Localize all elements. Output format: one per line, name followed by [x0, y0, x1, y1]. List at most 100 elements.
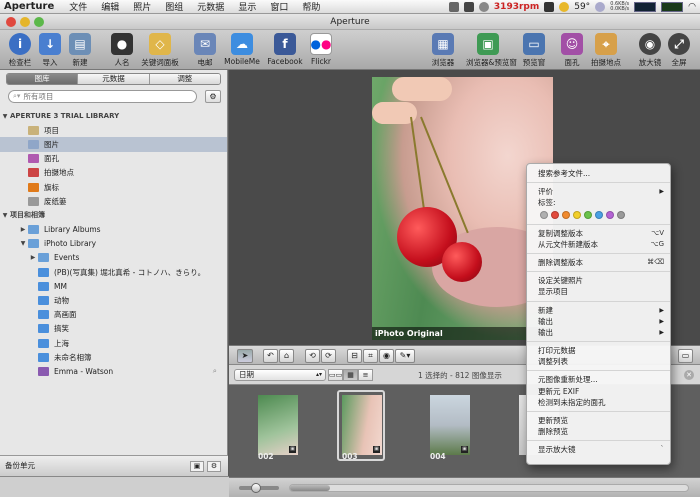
- menu-help[interactable]: 帮助: [295, 0, 327, 13]
- context-menu-item[interactable]: 调整列表: [527, 356, 670, 367]
- context-menu-item[interactable]: 检测到未指定的面孔: [527, 397, 670, 408]
- filmstrip-scroll-thumb[interactable]: [290, 485, 330, 491]
- menu-photos[interactable]: 照片: [126, 0, 158, 13]
- selection-tool-button[interactable]: ➤: [237, 349, 253, 363]
- context-menu-item[interactable]: 显示放大镜 `: [527, 444, 670, 455]
- sidebar-item[interactable]: Emma - Watson ⌕: [0, 364, 227, 378]
- filmstrip-view-button[interactable]: ▭▭: [328, 369, 343, 381]
- sidebar-item[interactable]: 项目: [0, 123, 227, 137]
- sync-icon[interactable]: [463, 1, 474, 12]
- sort-popup[interactable]: 日期 ▴▾: [234, 369, 326, 381]
- vault-gear-button[interactable]: ⚙: [207, 461, 221, 472]
- context-menu-item[interactable]: 元图像重新处理...: [527, 374, 670, 385]
- color-label-dot[interactable]: [606, 210, 614, 219]
- color-label-dot[interactable]: [551, 210, 559, 219]
- context-menu-item[interactable]: 删除调整版本 ⌘⌫: [527, 257, 670, 268]
- thumbnail-size-knob[interactable]: [251, 483, 261, 493]
- context-menu-item[interactable]: 搜索参考文件...: [527, 168, 670, 179]
- lift-tool-button[interactable]: ↶: [263, 349, 278, 363]
- minimize-window-button[interactable]: [20, 17, 30, 27]
- color-label-dot[interactable]: [540, 210, 548, 219]
- context-menu-item[interactable]: 复制调整版本 ⌥V: [527, 228, 670, 239]
- tab-library[interactable]: 图库: [7, 74, 79, 84]
- vault-add-button[interactable]: ▣: [190, 461, 204, 472]
- menu-edit[interactable]: 编辑: [94, 0, 126, 13]
- tab-metadata[interactable]: 元数据: [78, 74, 150, 84]
- menu-view[interactable]: 显示: [231, 0, 263, 13]
- list-view-button[interactable]: ≡: [358, 369, 373, 381]
- projects-header-row[interactable]: ▼ 项目和相簿: [0, 208, 227, 222]
- sidebar-item[interactable]: (PB)(写真集) 堀北真希 - コトノハ、きらり。: [0, 265, 227, 279]
- context-menu-item[interactable]: 评价 ▶: [527, 186, 670, 197]
- filmstrip-thumbnail[interactable]: 003 ▣: [337, 390, 385, 461]
- sidebar-item[interactable]: 面孔: [0, 152, 227, 166]
- context-menu-item[interactable]: 删除预览: [527, 426, 670, 437]
- places-button[interactable]: ⌖ 拍摄地点: [584, 33, 628, 68]
- clear-filter-button[interactable]: ✕: [684, 370, 694, 380]
- flickr-button[interactable]: ● ● Flickr: [299, 33, 343, 66]
- sidebar-item[interactable]: 高画面: [0, 308, 227, 322]
- color-label-dot[interactable]: [617, 210, 625, 219]
- menu-metadata[interactable]: 元数据: [190, 0, 231, 13]
- straighten-tool-button[interactable]: ⊟: [347, 349, 362, 363]
- filmstrip-thumbnail[interactable]: 004 ▣: [425, 390, 473, 461]
- red-eye-tool-button[interactable]: ◉: [379, 349, 394, 363]
- fullscreen-button[interactable]: ⤢ 全屏: [657, 33, 700, 68]
- context-menu-item[interactable]: 输出 ▶: [527, 316, 670, 327]
- sidebar-item[interactable]: ▶ Events: [0, 251, 227, 265]
- context-menu-item[interactable]: 显示项目: [527, 286, 670, 297]
- sidebar-item[interactable]: ▼ iPhoto Library: [0, 237, 227, 251]
- wifi-icon[interactable]: ◠: [688, 2, 696, 12]
- crop-tool-button[interactable]: ⌗: [363, 349, 378, 363]
- context-menu-item[interactable]: 从元文件新建版本 ⌥G: [527, 239, 670, 250]
- new-button[interactable]: ▤ 新建: [58, 33, 102, 68]
- tab-adjustments[interactable]: 调整: [149, 74, 220, 84]
- disclosure-triangle-icon[interactable]: ▼: [0, 212, 10, 219]
- sidebar-item[interactable]: 旗标: [0, 180, 227, 194]
- rotate-left-button[interactable]: ⟲: [305, 349, 320, 363]
- sidebar-item[interactable]: ▶ Library Albums: [0, 223, 227, 237]
- sidebar-item[interactable]: 未命名相簿: [0, 350, 227, 364]
- grid-view-button[interactable]: ▦: [343, 369, 358, 381]
- hud-toggle-button[interactable]: ▭: [678, 349, 693, 363]
- sidebar-item[interactable]: 拍摄地点: [0, 166, 227, 180]
- disclosure-triangle-icon[interactable]: ▶: [28, 254, 38, 261]
- menu-window[interactable]: 窗口: [263, 0, 295, 13]
- context-menu-item[interactable]: 更新预览: [527, 415, 670, 426]
- keywords-hud-button[interactable]: ◇ 关键词面板: [138, 33, 182, 68]
- disclosure-triangle-icon[interactable]: ▶: [18, 226, 28, 233]
- menu-stacks[interactable]: 图组: [158, 0, 190, 13]
- sidebar-item[interactable]: MM: [0, 279, 227, 293]
- sidebar-item[interactable]: 图片: [0, 137, 227, 152]
- browser-mode-button[interactable]: ▦ 浏览器: [421, 33, 465, 68]
- context-menu-item[interactable]: 输出 ▶: [527, 327, 670, 338]
- context-menu-item[interactable]: 新建 ▶: [527, 305, 670, 316]
- sidebar-item[interactable]: 废纸篓: [0, 194, 227, 208]
- status-app-icon[interactable]: [448, 1, 459, 12]
- context-menu-item[interactable]: 打印元数据: [527, 345, 670, 356]
- filmstrip-scrollbar[interactable]: [289, 484, 689, 492]
- context-menu-item[interactable]: 更新元 EXIF: [527, 386, 670, 397]
- library-search-input[interactable]: [23, 92, 154, 101]
- context-menu-item[interactable]: 标签:: [527, 197, 670, 208]
- menu-file[interactable]: 文件: [62, 0, 94, 13]
- app-menu[interactable]: Aperture: [0, 1, 62, 12]
- sidebar-item[interactable]: 动物: [0, 293, 227, 307]
- disclosure-triangle-icon[interactable]: ▼: [18, 240, 28, 247]
- color-label-dot[interactable]: [584, 210, 592, 219]
- filmstrip-thumbnail[interactable]: 002 ▣: [253, 390, 301, 461]
- color-label-dot[interactable]: [595, 210, 603, 219]
- zoom-window-button[interactable]: [34, 17, 44, 27]
- library-header-row[interactable]: ▼ APERTURE 3 TRIAL LIBRARY: [0, 109, 227, 123]
- color-label-dot[interactable]: [562, 210, 570, 219]
- color-label-dot[interactable]: [573, 210, 581, 219]
- brush-tool-button[interactable]: ✎▾: [395, 349, 415, 363]
- mobileme-button[interactable]: ☁ MobileMe: [220, 33, 264, 66]
- context-menu-item[interactable]: 设定关键照片: [527, 275, 670, 286]
- disclosure-triangle-icon[interactable]: ▼: [0, 113, 10, 120]
- rotate-right-button[interactable]: ⟳: [321, 349, 336, 363]
- split-view-button[interactable]: ▣ 浏览器&预览窗: [466, 33, 517, 68]
- stamp-tool-button[interactable]: ⌂: [279, 349, 294, 363]
- sidebar-action-gear-button[interactable]: ⚙: [205, 90, 221, 103]
- close-window-button[interactable]: [6, 17, 16, 27]
